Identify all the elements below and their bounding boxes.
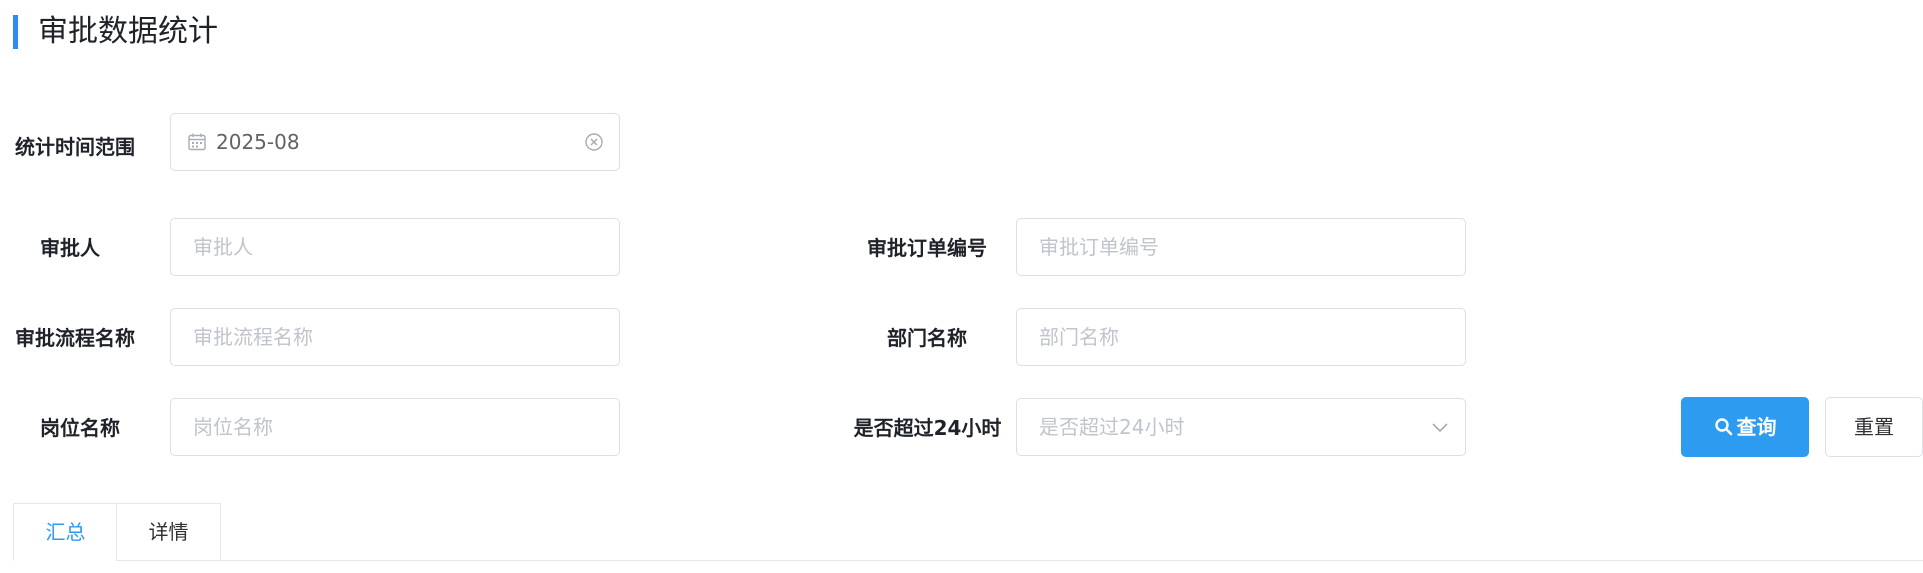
reset-button-label: 重置 (1854, 415, 1894, 439)
calendar-icon (188, 133, 206, 151)
dept-name-placeholder: 部门名称 (1039, 325, 1119, 349)
query-button-label: 查询 (1736, 415, 1777, 439)
post-name-placeholder: 岗位名称 (193, 415, 273, 439)
date-range-picker[interactable]: 2025-08 (170, 113, 620, 171)
page-title: 审批数据统计 (13, 15, 218, 49)
clear-circle-icon[interactable] (584, 132, 604, 152)
order-no-input[interactable]: 审批订单编号 (1016, 218, 1466, 276)
search-icon (1714, 418, 1732, 436)
date-range-value: 2025-08 (216, 130, 300, 154)
post-name-input[interactable]: 岗位名称 (170, 398, 620, 456)
approver-placeholder: 审批人 (193, 235, 253, 259)
tabs-divider (13, 560, 1923, 561)
post-name-label: 岗位名称 (40, 416, 120, 440)
flow-name-label: 审批流程名称 (15, 326, 135, 350)
tab-summary[interactable]: 汇总 (13, 503, 118, 561)
flow-name-input[interactable]: 审批流程名称 (170, 308, 620, 366)
flow-name-placeholder: 审批流程名称 (193, 325, 313, 349)
query-button[interactable]: 查询 (1681, 397, 1809, 457)
approver-label: 审批人 (40, 236, 100, 260)
over-24h-select[interactable]: 是否超过24小时 (1016, 398, 1466, 456)
chevron-down-icon (1432, 423, 1448, 433)
dept-name-input[interactable]: 部门名称 (1016, 308, 1466, 366)
over-24h-label: 是否超过24小时 (853, 416, 1002, 440)
tab-detail-label: 详情 (148, 520, 189, 544)
over-24h-placeholder: 是否超过24小时 (1039, 415, 1185, 439)
reset-button[interactable]: 重置 (1825, 397, 1923, 457)
dept-name-label: 部门名称 (887, 326, 967, 350)
tab-summary-label: 汇总 (45, 520, 86, 544)
approver-input[interactable]: 审批人 (170, 218, 620, 276)
tab-detail[interactable]: 详情 (116, 503, 221, 561)
date-range-label: 统计时间范围 (15, 135, 135, 159)
order-no-label: 审批订单编号 (867, 236, 987, 260)
order-no-placeholder: 审批订单编号 (1039, 235, 1159, 259)
